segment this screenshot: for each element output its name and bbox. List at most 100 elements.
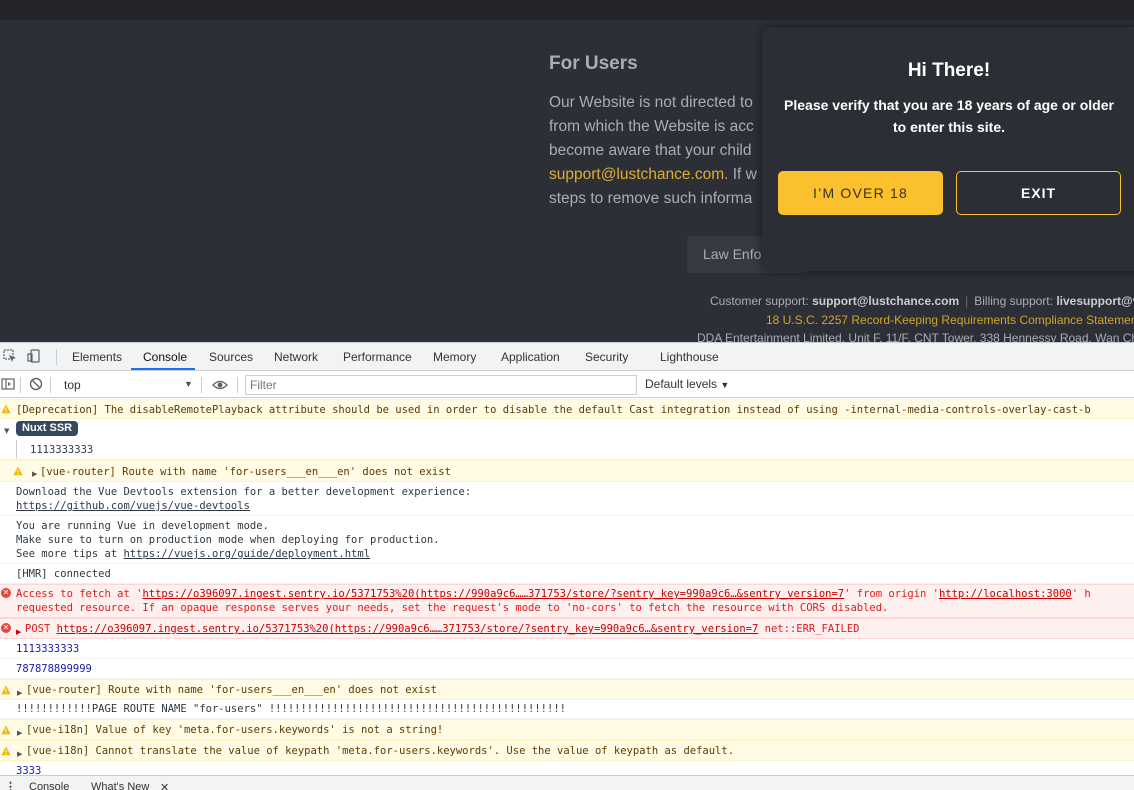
console-error: ✕ Access to fetch at 'https://o396097.in… — [0, 584, 1134, 618]
billing-support-email[interactable]: livesupport@ve — [1056, 294, 1134, 308]
chevron-down-icon: ▼ — [184, 379, 193, 389]
vue-devtools-link[interactable]: https://github.com/vuejs/vue-devtools — [16, 499, 250, 513]
warning-icon — [1, 685, 11, 695]
tab-sources[interactable]: Sources — [209, 350, 253, 364]
console-filter-input[interactable] — [245, 375, 637, 395]
console-group-header[interactable]: ▼ Nuxt SSR — [0, 419, 1134, 440]
tab-console[interactable]: Console — [143, 350, 187, 364]
message-text: [HMR] connected — [16, 568, 111, 580]
message-text: 1113333333 — [16, 643, 80, 655]
console-warning[interactable]: ▶ [vue-i18n] Cannot translate the value … — [0, 740, 1134, 761]
expand-arrow-icon[interactable]: ▶ — [17, 747, 22, 760]
modal-title: Hi There! — [907, 60, 991, 81]
message-text: [vue-router] Route with name 'for-users_… — [40, 466, 451, 478]
error-icon: ✕ — [1, 623, 11, 633]
console-warning: [Deprecation] The disableRemotePlayback … — [0, 399, 1134, 419]
console-log: You are running Vue in development mode.… — [0, 516, 1134, 564]
toolbar-divider — [201, 377, 202, 393]
console-log: 787878899999 — [0, 659, 1134, 679]
console-log: !!!!!!!!!!!!PAGE ROUTE NAME "for-users" … — [0, 700, 1134, 719]
origin-link[interactable]: http://localhost:3000 — [939, 588, 1072, 600]
expand-arrow-icon[interactable]: ▶ — [17, 726, 22, 739]
tab-network[interactable]: Network — [274, 350, 318, 364]
sentry-url-link[interactable]: https://o396097.ingest.sentry.io/5371753… — [57, 623, 759, 635]
http-method: POST — [25, 623, 51, 635]
error-code: net::ERR_FAILED — [764, 623, 860, 635]
message-text: ' h — [1071, 588, 1091, 600]
message-text: See more tips at — [16, 548, 118, 560]
message-text: 1113333333 — [30, 444, 94, 456]
console-warning[interactable]: ▶ [vue-router] Route with name 'for-user… — [0, 460, 1134, 482]
console-warning[interactable]: ▶ [vue-i18n] Value of key 'meta.for-user… — [0, 719, 1134, 740]
console-log: 1113333333 — [0, 440, 1134, 460]
drawer-tab-whats-new[interactable]: What's New — [91, 781, 149, 790]
policy-text-line: support@lustchance.com. If w — [549, 166, 757, 184]
warning-icon — [1, 404, 11, 414]
support-email-link[interactable]: support@lustchance.com — [549, 166, 724, 183]
clear-console-icon[interactable] — [29, 377, 43, 391]
compliance-statement-link[interactable]: 18 U.S.C. 2257 Record-Keeping Requiremen… — [766, 313, 1134, 327]
toolbar-divider — [56, 349, 57, 365]
error-icon: ✕ — [1, 588, 11, 598]
close-icon[interactable]: ✕ — [160, 781, 169, 790]
console-messages: [Deprecation] The disableRemotePlayback … — [0, 399, 1134, 775]
console-warning[interactable]: ▶ [vue-router] Route with name 'for-user… — [0, 679, 1134, 700]
console-toolbar: top ▼ Default levels ▼ — [0, 372, 1134, 398]
log-levels-dropdown[interactable]: Default levels ▼ — [645, 377, 729, 391]
tab-elements[interactable]: Elements — [72, 350, 122, 364]
expand-arrow-icon[interactable]: ▶ — [17, 686, 22, 699]
warning-icon — [1, 746, 11, 756]
tab-application[interactable]: Application — [501, 350, 560, 364]
expand-arrow-icon[interactable]: ▶ — [16, 625, 21, 638]
expand-arrow-icon[interactable]: ▶ — [32, 467, 37, 481]
message-line: Access to fetch at 'https://o396097.inge… — [16, 587, 1091, 601]
exit-button[interactable]: EXIT — [956, 171, 1121, 215]
message-text: You are running Vue in development mode. — [16, 520, 269, 532]
message-line: See more tips at https://vuejs.org/guide… — [16, 547, 370, 561]
chevron-down-icon: ▼ — [720, 380, 730, 390]
policy-text-line: become aware that your child — [549, 142, 752, 159]
customer-support-label: Customer support: — [710, 294, 809, 308]
customer-support-email[interactable]: support@lustchance.com — [812, 294, 959, 308]
policy-text-line: steps to remove such informa — [549, 190, 753, 207]
warning-icon — [1, 725, 11, 735]
group-expanded-icon: ▼ — [4, 427, 10, 435]
tab-performance[interactable]: Performance — [343, 350, 412, 364]
devtools-drawer-tabs: ⋮ Console What's New ✕ — [0, 775, 1134, 790]
tab-lighthouse[interactable]: Lighthouse — [660, 350, 719, 364]
footer-divider: | — [965, 294, 969, 308]
vue-deployment-link[interactable]: https://vuejs.org/guide/deployment.html — [123, 548, 370, 560]
nuxt-ssr-badge: Nuxt SSR — [16, 421, 79, 436]
message-text: Make sure to turn on production mode whe… — [16, 534, 440, 546]
site-header-bar — [0, 0, 1134, 20]
live-expression-eye-icon[interactable] — [212, 378, 228, 392]
message-text: [vue-i18n] Value of key 'meta.for-users.… — [26, 724, 444, 736]
warning-icon — [13, 466, 23, 476]
device-toolbar-icon[interactable] — [27, 349, 41, 363]
drawer-tab-console[interactable]: Console — [29, 781, 69, 790]
message-line: POST https://o396097.ingest.sentry.io/53… — [25, 622, 859, 636]
console-log: 3333 — [0, 761, 1134, 775]
tab-security[interactable]: Security — [585, 350, 628, 364]
active-tab-indicator — [131, 368, 195, 370]
message-text: [vue-router] Route with name 'for-users_… — [26, 684, 437, 696]
message-text: !!!!!!!!!!!!PAGE ROUTE NAME "for-users" … — [16, 703, 566, 715]
console-log: [HMR] connected — [0, 564, 1134, 584]
confirm-age-button[interactable]: I’M OVER 18 — [778, 171, 943, 215]
footer-support-line: Customer support: support@lustchance.com… — [710, 294, 1134, 308]
toolbar-divider — [50, 377, 51, 393]
inspect-element-icon[interactable] — [3, 349, 17, 363]
console-error[interactable]: ✕ ▶ POST https://o396097.ingest.sentry.i… — [0, 618, 1134, 639]
billing-support-label: Billing support: — [974, 294, 1053, 308]
tab-memory[interactable]: Memory — [433, 350, 476, 364]
message-text: requested resource. If an opaque respons… — [16, 602, 889, 614]
devtools-tab-bar: Elements Console Sources Network Perform… — [0, 343, 1134, 371]
toolbar-divider — [20, 377, 21, 393]
sidebar-toggle-icon[interactable] — [1, 377, 15, 391]
message-text: Download the Vue Devtools extension for … — [16, 486, 472, 498]
drawer-menu-icon[interactable]: ⋮ — [5, 780, 16, 790]
context-selector[interactable]: top — [58, 376, 196, 394]
console-log: Download the Vue Devtools extension for … — [0, 482, 1134, 516]
policy-text-line: from which the Website is acc — [549, 118, 754, 135]
sentry-url-link[interactable]: https://o396097.ingest.sentry.io/5371753… — [142, 588, 844, 600]
